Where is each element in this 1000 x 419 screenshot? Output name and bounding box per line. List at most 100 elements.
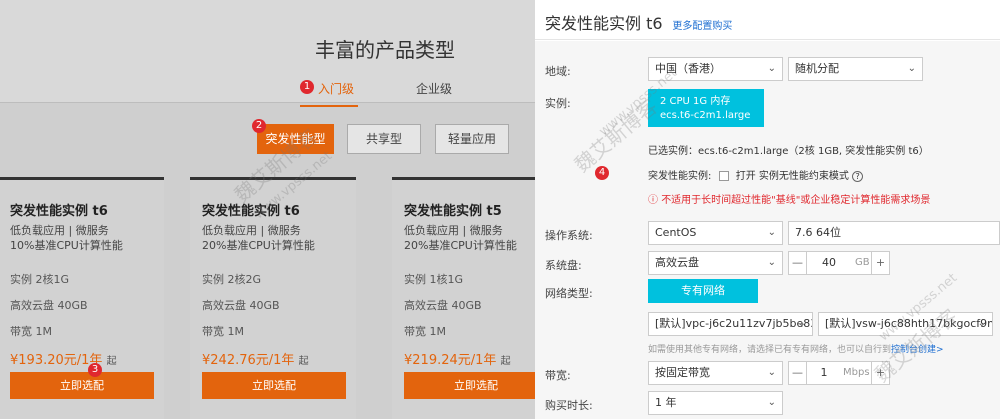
product-card-3: 突发性能实例 t5 低负载应用 | 微服务 20%基准CPU计算性能 实例 1核1… [392, 177, 535, 419]
card-spec-disk: 高效云盘 40GB [202, 299, 280, 312]
disk-type-select[interactable]: 高效云盘 ⌄ [648, 251, 783, 275]
tabs-divider [0, 102, 535, 103]
warning-text: 不适用于长时间超过性能"基线"或企业稳定计算性能需求场景 [661, 195, 931, 206]
card-title: 突发性能实例 t5 [404, 204, 502, 219]
vpc-value: [默认]vpc-j6c2u11zv7jb5be83... [655, 317, 813, 330]
network-label: 网络类型: [545, 287, 593, 300]
chevron-down-icon: ⌄ [767, 367, 776, 378]
type-shared-button[interactable]: 共享型 [347, 124, 421, 154]
chevron-down-icon: ⌄ [907, 63, 916, 74]
tab-entry-label: 入门级 [318, 82, 355, 96]
panel-header: 突发性能实例 t6 更多配置购买 [535, 0, 1000, 40]
region-value: 中国（香港） [655, 62, 721, 75]
os-version-value: 7.6 64位 [795, 226, 841, 239]
chevron-down-icon: ⌄ [767, 63, 776, 74]
type-burstable-label: 突发性能型 [265, 132, 326, 146]
plus-button[interactable]: + [871, 252, 889, 274]
duration-label: 购买时长: [545, 399, 593, 412]
zone-select[interactable]: 随机分配 ⌄ [788, 57, 923, 81]
card-price: ¥193.20元/1年 起 [10, 349, 164, 368]
chevron-down-icon: ⌄ [767, 257, 776, 268]
zone-value: 随机分配 [795, 62, 839, 75]
bandwidth-unit: Mbps [843, 367, 870, 378]
bandwidth-mode-select[interactable]: 按固定带宽 ⌄ [648, 361, 783, 385]
panel-body: 地域: 中国（香港） ⌄ 随机分配 ⌄ 实例: 2 CPU 1G 内存 ecs.t6… [535, 41, 1000, 419]
card-spec-instance: 实例 2核1G [10, 273, 70, 286]
card-spec-instance: 实例 2核2G [202, 273, 262, 286]
bandwidth-label: 带宽: [545, 369, 571, 382]
panel-title: 突发性能实例 t6 [545, 14, 663, 33]
card-price: ¥219.24元/1年 起 [404, 349, 535, 368]
disk-size-value[interactable]: 40 [809, 252, 849, 274]
type-shared-label: 共享型 [365, 132, 402, 146]
card-title: 突发性能实例 t6 [202, 204, 300, 219]
warning-icon: ⓘ [648, 195, 658, 206]
instance-type: ecs.t6-c2m1.large [660, 110, 751, 121]
warning-row: ⓘ 不适用于长时间超过性能"基线"或企业稳定计算性能需求场景 [648, 191, 930, 206]
buy-now-button[interactable]: 3 立即选配 [10, 363, 154, 399]
instance-spec: 2 CPU 1G 内存 [660, 96, 731, 107]
bandwidth-value[interactable]: 1 [809, 362, 839, 384]
vpc-network-button[interactable]: 专有网络 [648, 279, 758, 303]
page-title: 丰富的产品类型 [315, 38, 455, 62]
card-spec-disk: 高效云盘 40GB [404, 299, 482, 312]
tab-enterprise-label: 企业级 [416, 82, 453, 96]
disk-size-unit: GB [855, 257, 870, 268]
os-value: CentOS [655, 226, 697, 239]
card-spec-disk: 高效云盘 40GB [10, 299, 88, 312]
chevron-down-icon: ⌄ [797, 318, 806, 329]
product-card-1: 突发性能实例 t6 低负载应用 | 微服务 10%基准CPU计算性能 实例 2核1… [0, 177, 164, 419]
chevron-down-icon: ⌄ [767, 397, 776, 408]
minus-button[interactable]: — [789, 252, 807, 274]
card-desc-2: 20%基准CPU计算性能 [404, 239, 517, 252]
card-desc-1: 低负载应用 | 微服务 [404, 224, 503, 237]
burst-label: 突发性能实例: [648, 171, 712, 182]
bandwidth-mode-value: 按固定带宽 [655, 366, 710, 379]
chevron-down-icon: ⌄ [767, 227, 776, 238]
card-spec-bandwidth: 带宽 1M [202, 325, 244, 338]
card-price-value: ¥219.24元/1年 [404, 353, 497, 368]
type-lightweight-button[interactable]: 轻量应用 [435, 124, 509, 154]
unlimited-mode-checkbox[interactable] [718, 171, 729, 181]
card-price: ¥242.76元/1年 起 [202, 349, 356, 368]
plus-button[interactable]: + [871, 362, 889, 384]
instance-label: 实例: [545, 97, 571, 110]
card-spec-instance: 实例 1核1G [404, 273, 464, 286]
duration-select[interactable]: 1 年 ⌄ [648, 391, 783, 415]
network-hint: 如需使用其他专有网络，请选择已有专有网络，也可以自行到控制台创建> [648, 342, 944, 355]
burst-row: 突发性能实例: 打开 实例无性能约束模式 ? [648, 167, 864, 182]
help-icon[interactable]: ? [852, 170, 864, 182]
step-badge-2: 2 [252, 119, 266, 133]
console-create-link[interactable]: 控制台创建> [891, 345, 944, 355]
vpc-select[interactable]: [默认]vpc-j6c2u11zv7jb5be83... ⌄ [648, 312, 813, 336]
os-version-select[interactable]: 7.6 64位 [788, 221, 1000, 245]
buy-now-label: 立即选配 [454, 379, 498, 392]
more-config-link[interactable]: 更多配置购买 [672, 21, 732, 32]
card-title: 突发性能实例 t6 [10, 204, 108, 219]
card-desc-2: 10%基准CPU计算性能 [10, 239, 123, 252]
vswitch-select[interactable]: [默认]vsw-j6c88hth17bkgocf9m8...⌄ [818, 312, 993, 336]
config-panel: 突发性能实例 t6 更多配置购买 地域: 中国（香港） ⌄ 随机分配 ⌄ 实例: 2… [535, 0, 1000, 419]
card-spec-bandwidth: 带宽 1M [404, 325, 446, 338]
vswitch-value: [默认]vsw-j6c88hth17bkgocf9m8... [825, 317, 992, 330]
buy-now-label: 立即选配 [252, 379, 296, 392]
card-desc-1: 低负载应用 | 微服务 [10, 224, 109, 237]
instance-option[interactable]: 2 CPU 1G 内存 ecs.t6-c2m1.large [648, 89, 764, 127]
region-select[interactable]: 中国（香港） ⌄ [648, 57, 783, 81]
os-select[interactable]: CentOS ⌄ [648, 221, 783, 245]
buy-now-button[interactable]: 立即选配 [202, 372, 346, 399]
buy-now-button[interactable]: 立即选配 [404, 372, 535, 399]
product-page: 丰富的产品类型 1 入门级 企业级 2 突发性能型 共享型 轻量应用 突发性能实… [0, 0, 535, 419]
disk-size-stepper: — 40 GB + [788, 251, 890, 275]
network-hint-text: 如需使用其他专有网络，请选择已有专有网络，也可以自行到 [648, 345, 892, 355]
disk-label: 系统盘: [545, 259, 582, 272]
os-label: 操作系统: [545, 229, 593, 242]
card-spec-bandwidth: 带宽 1M [10, 325, 52, 338]
type-burstable-button[interactable]: 2 突发性能型 [252, 119, 334, 154]
step-badge-3: 3 [88, 363, 102, 377]
card-price-suffix: 起 [500, 356, 511, 367]
card-desc-1: 低负载应用 | 微服务 [202, 224, 301, 237]
buy-now-label: 立即选配 [60, 379, 104, 392]
card-price-suffix: 起 [298, 356, 309, 367]
minus-button[interactable]: — [789, 362, 807, 384]
